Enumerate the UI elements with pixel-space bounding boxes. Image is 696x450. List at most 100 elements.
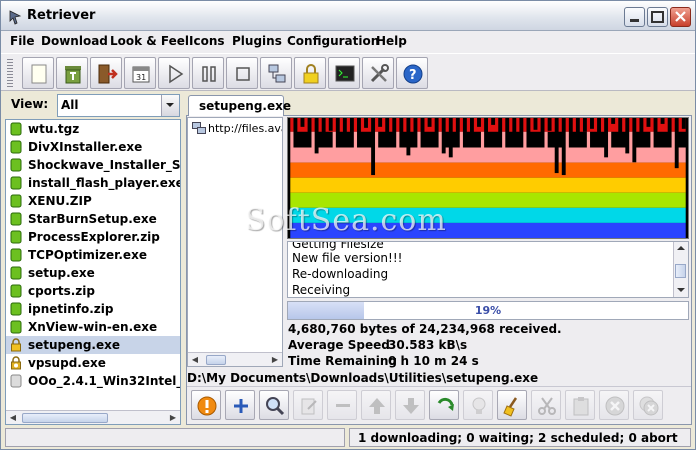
- view-select[interactable]: All: [57, 94, 180, 117]
- cancel-all-button[interactable]: [633, 390, 663, 420]
- list-item[interactable]: XnView-win-en.exe: [6, 318, 180, 336]
- segment-gap: [477, 118, 481, 127]
- list-item[interactable]: install_flash_player.exe: [6, 174, 180, 192]
- segment-gap: [314, 118, 319, 154]
- hint-button[interactable]: [463, 390, 493, 420]
- progress-percent: 19%: [474, 304, 502, 317]
- play-button[interactable]: [158, 57, 190, 89]
- segment-gap: [575, 118, 580, 138]
- segment-gap: [307, 118, 312, 135]
- refresh-button[interactable]: [429, 390, 459, 420]
- pause-icon: [202, 66, 216, 82]
- list-item[interactable]: setup.exe: [6, 264, 180, 282]
- search-button[interactable]: [259, 390, 289, 420]
- tab-setupeng[interactable]: setupeng.exe: [188, 95, 291, 116]
- list-item[interactable]: TCPOptimizer.exe: [6, 246, 180, 264]
- paste-button[interactable]: [565, 390, 595, 420]
- segment-gap: [448, 118, 453, 158]
- segment-fragment: [650, 131, 654, 148]
- segment-gap: [561, 118, 566, 176]
- segment-fragment: [502, 131, 506, 148]
- tools-button[interactable]: [362, 57, 394, 89]
- scrollbar-thumb[interactable]: [22, 413, 108, 423]
- download-list-hscrollbar[interactable]: ◀ ▶: [6, 410, 180, 424]
- list-item[interactable]: vpsupd.exe: [6, 354, 180, 372]
- network-button[interactable]: [260, 57, 292, 89]
- list-item[interactable]: cports.zip: [6, 282, 180, 300]
- list-item[interactable]: DivXInstaller.exe: [6, 138, 180, 156]
- scheduler-button[interactable]: 31: [124, 57, 156, 89]
- minimize-button[interactable]: [624, 7, 645, 27]
- svg-text:31: 31: [136, 73, 146, 82]
- segment-gap: [469, 118, 474, 143]
- download-list[interactable]: wtu.tgz DivXInstaller.exe Shockwave_Instal…: [5, 119, 181, 425]
- pause-button[interactable]: [192, 57, 224, 89]
- scroll-left-arrow[interactable]: ◀: [188, 353, 202, 366]
- file-name: OOo_2.4.1_Win32Intel_inst: [28, 374, 180, 388]
- menu-icons[interactable]: Icons: [189, 34, 225, 48]
- menu-look-and-feel[interactable]: Look & Feel: [110, 34, 189, 48]
- minimize-icon: [630, 19, 639, 22]
- list-item[interactable]: XENU.ZIP: [6, 192, 180, 210]
- menu-download[interactable]: Download: [41, 34, 108, 48]
- scroll-up-arrow[interactable]: [674, 242, 688, 254]
- list-item[interactable]: setupeng.exe: [6, 336, 180, 354]
- trash-button[interactable]: [56, 57, 88, 89]
- edit-icon: [301, 398, 317, 415]
- stop-download-button[interactable]: [191, 390, 221, 420]
- remove-icon: [336, 404, 350, 407]
- help-button[interactable]: ?: [396, 57, 428, 89]
- scroll-right-arrow[interactable]: ▶: [166, 411, 180, 424]
- status-summary: 1 downloading; 0 waiting; 2 scheduled; 0…: [358, 431, 678, 445]
- menu-configuration[interactable]: Configuration: [287, 34, 379, 48]
- edit-button[interactable]: [293, 390, 323, 420]
- add-button[interactable]: [225, 390, 255, 420]
- lock-download-icon: [11, 338, 21, 352]
- url-item[interactable]: http://files.ava: [208, 122, 282, 135]
- new-download-icon: [31, 64, 47, 84]
- console-button[interactable]: [328, 57, 360, 89]
- file-done-icon: [10, 266, 22, 280]
- menu-help[interactable]: Help: [376, 34, 407, 48]
- scroll-left-arrow[interactable]: ◀: [6, 411, 20, 424]
- list-item[interactable]: StarBurnSetup.exe: [6, 210, 180, 228]
- cancel-button[interactable]: [599, 390, 629, 420]
- cut-button[interactable]: [531, 390, 561, 420]
- file-done-icon: [10, 284, 22, 298]
- new-download-button[interactable]: [22, 57, 54, 89]
- list-item[interactable]: ipnetinfo.zip: [6, 300, 180, 318]
- segment-fragment: [396, 131, 400, 148]
- menu-plugins[interactable]: Plugins: [232, 34, 282, 48]
- stop-button[interactable]: [226, 57, 258, 89]
- cancel-icon: [605, 396, 625, 416]
- scroll-down-arrow[interactable]: [674, 284, 688, 296]
- file-name: DivXInstaller.exe: [28, 140, 143, 154]
- toolbar-grip[interactable]: [7, 59, 13, 87]
- url-tree-hscrollbar[interactable]: ◀ ▶: [188, 352, 282, 366]
- log-pane[interactable]: Getting Filesize New file version!!! Re-…: [287, 241, 689, 298]
- clean-button[interactable]: [497, 390, 527, 420]
- list-item[interactable]: OOo_2.4.1_Win32Intel_inst: [6, 372, 180, 390]
- scroll-right-arrow[interactable]: ▶: [268, 353, 282, 366]
- scrollbar-thumb[interactable]: [206, 355, 226, 365]
- move-up-button[interactable]: [361, 390, 391, 420]
- segment-gap: [455, 118, 460, 136]
- segment-gap: [590, 118, 594, 129]
- maximize-button[interactable]: [647, 7, 668, 27]
- remove-button[interactable]: [327, 390, 357, 420]
- title-bar[interactable]: Retriever: [1, 1, 695, 31]
- log-vscrollbar[interactable]: [673, 242, 688, 297]
- url-tree[interactable]: http://files.ava: [187, 117, 283, 367]
- time-remaining-value: 0 h 10 m 24 s: [388, 354, 479, 368]
- scrollbar-thumb[interactable]: [675, 264, 686, 278]
- menu-file[interactable]: File: [10, 34, 35, 48]
- list-item[interactable]: wtu.tgz: [6, 120, 180, 138]
- list-item[interactable]: ProcessExplorer.zip: [6, 228, 180, 246]
- move-down-button[interactable]: [395, 390, 425, 420]
- search-icon: [266, 397, 285, 416]
- exit-button[interactable]: [90, 57, 122, 89]
- lock-button[interactable]: [294, 57, 326, 89]
- close-button[interactable]: [670, 7, 691, 27]
- list-item[interactable]: Shockwave_Installer_Slim: [6, 156, 180, 174]
- view-select-dropdown-button[interactable]: [161, 95, 179, 116]
